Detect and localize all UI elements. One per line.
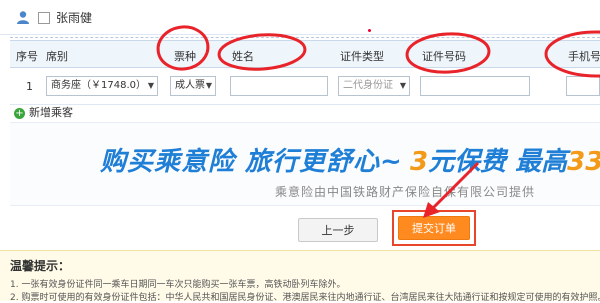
col-name: 姓名 — [232, 50, 254, 63]
prev-step-button[interactable]: 上一步 — [298, 218, 378, 242]
name-input[interactable] — [230, 76, 328, 96]
tips-title: 温馨提示： — [10, 259, 71, 273]
id-type-value: 二代身份证 — [343, 80, 393, 91]
tips-line-2: 2. 购票时可使用的有效身份证件包括：中华人民共和国居民身份证、港澳居民来往内地… — [10, 293, 600, 303]
tips-line-1: 1. 一张有效身份证件同一乘车日期同一车次只能购买一张车票，高铁动卧列车除外。 — [10, 280, 346, 290]
ticket-type-select[interactable]: 成人票 ▼ — [170, 76, 216, 96]
plus-icon: + — [14, 107, 25, 119]
order-page: 张雨健 序号 席别 票种 姓名 证件类型 证件号码 手机号 1 商务座（￥174… — [0, 0, 600, 303]
col-ticket-type: 票种 — [174, 50, 196, 63]
banner-provider: 乘意险由中国铁路财产保险自保有限公司提供 — [275, 185, 536, 199]
phone-input[interactable] — [566, 76, 600, 96]
id-number-input[interactable] — [420, 76, 530, 96]
row-number: 1 — [26, 80, 33, 93]
tips-panel: 温馨提示： 1. 一张有效身份证件同一乘车日期同一车次只能购买一张车票，高铁动卧… — [0, 250, 600, 303]
chevron-down-icon: ▼ — [205, 81, 212, 90]
banner-price: 3元保费 最高33万 — [410, 141, 600, 178]
col-id-number: 证件号码 — [422, 50, 466, 63]
passenger-checkbox[interactable] — [38, 12, 50, 24]
seat-select[interactable]: 商务座（￥1748.0） ▼ — [46, 76, 158, 96]
table-header: 序号 席别 票种 姓名 证件类型 证件号码 手机号 — [10, 40, 600, 68]
add-passenger-link[interactable]: + 新增乘客 — [14, 104, 73, 120]
chevron-down-icon: ▼ — [399, 81, 406, 90]
col-seat: 席别 — [46, 50, 68, 63]
banner-max-number: 33 — [567, 147, 600, 177]
add-passenger-label: 新增乘客 — [29, 106, 73, 119]
seat-select-value: 商务座（￥1748.0） — [51, 80, 146, 91]
user-icon — [17, 11, 29, 24]
table-row: 1 商务座（￥1748.0） ▼ 成人票 ▼ 二代身份证 ▼ — [10, 68, 600, 105]
chevron-down-icon: ▼ — [147, 81, 154, 90]
banner-price-mid: 元保费 最高 — [428, 147, 568, 177]
submit-order-button[interactable]: 提交订单 — [398, 216, 470, 240]
ticket-type-value: 成人票 — [175, 80, 205, 91]
banner-slogan: 购买乘意险 旅行更舒心~ — [100, 147, 403, 177]
id-type-select[interactable]: 二代身份证 ▼ — [338, 76, 410, 96]
banner-price-number: 3 — [410, 147, 429, 177]
col-num: 序号 — [16, 50, 38, 63]
insurance-banner[interactable]: 购买乘意险 旅行更舒心~ 3元保费 最高33万 乘意险由中国铁路财产保险自保有限… — [10, 122, 600, 206]
red-dot-mark — [368, 29, 371, 32]
passenger-name: 张雨健 — [56, 11, 93, 25]
passenger-table: 序号 席别 票种 姓名 证件类型 证件号码 手机号 1 商务座（￥1748.0）… — [10, 40, 600, 105]
col-phone: 手机号 — [568, 50, 600, 63]
passenger-select-row: 张雨健 — [0, 0, 600, 35]
col-id-type: 证件类型 — [340, 50, 384, 63]
divider — [10, 37, 600, 38]
